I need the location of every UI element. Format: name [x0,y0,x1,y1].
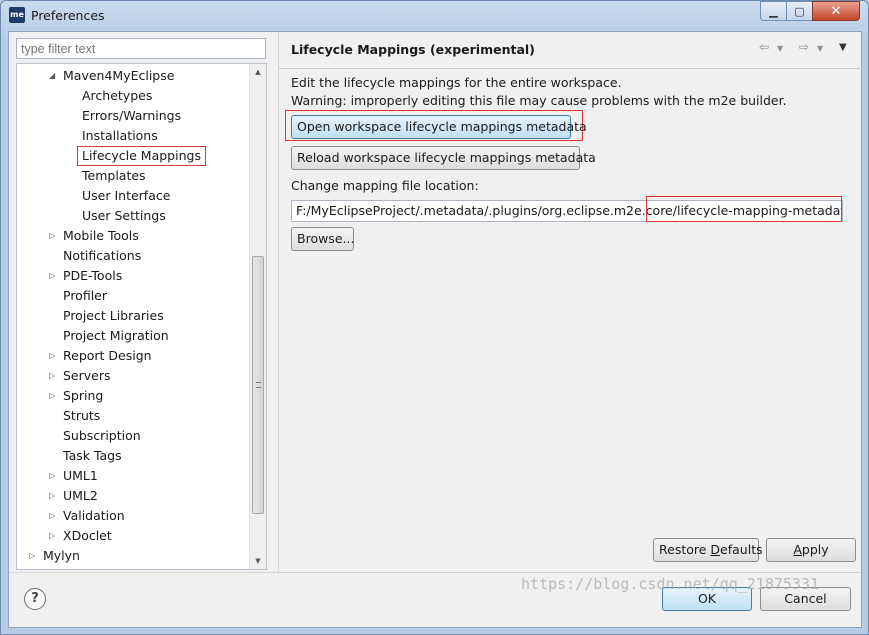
tree-item[interactable]: ▷ XDoclet [49,526,112,546]
description-line-1: Edit the lifecycle mappings for the enti… [291,75,622,90]
open-metadata-button[interactable]: Open workspace lifecycle mappings metada… [291,115,587,139]
preference-tree: ◢ Maven4MyEclipse Archetypes Errors/Warning… [16,63,267,570]
tree-item[interactable]: Archetypes [82,86,152,106]
collapsed-arrow-icon[interactable]: ▷ [29,546,35,566]
tree-item-label: Report Design [63,348,152,363]
reload-metadata-button[interactable]: Reload workspace lifecycle mappings meta… [291,146,596,170]
tree-item[interactable]: Templates [82,166,146,186]
tree-item[interactable]: Project Libraries [63,306,164,326]
tree-item[interactable]: Notifications [63,246,141,266]
tree-item-label: Struts [63,408,101,423]
scroll-thumb[interactable] [252,256,264,514]
tree-item-label: Installations [82,128,158,143]
forward-arrow-icon[interactable]: ⇨ [799,40,809,54]
tree-item-label: Notifications [63,248,142,263]
tree-item-label: User Settings [82,208,166,223]
tree-item[interactable]: User Interface [82,186,170,206]
tree-item-label: XDoclet [63,528,112,543]
collapsed-arrow-icon[interactable]: ▷ [49,386,55,406]
collapsed-arrow-icon[interactable]: ▷ [49,346,55,366]
expanded-arrow-icon[interactable]: ◢ [49,66,55,86]
tree-item[interactable]: ▷ Mobile Tools [49,226,139,246]
tree-item-label: UML2 [63,488,98,503]
tree-item-label: Validation [63,508,125,523]
watermark: https://blog.csdn.net/qq_21875331 [521,575,820,593]
tree-item[interactable]: Lifecycle Mappings [77,146,206,166]
tree-item[interactable]: Installations [82,126,158,146]
tree-item-label: Subscription [63,428,141,443]
pane-splitter[interactable] [275,32,279,572]
back-menu-chevron-down-icon[interactable]: ▼ [777,44,783,53]
tree-item-label: Maven4MyEclipse [63,68,175,83]
warning-text: Warning: improperly editing this file ma… [291,93,787,108]
tree-item[interactable]: Profiler [63,286,107,306]
tree-item[interactable]: Struts [63,406,100,426]
tree-item[interactable]: ▷ UML1 [49,466,98,486]
dialog-client: ◢ Maven4MyEclipse Archetypes Errors/Warning… [8,31,862,628]
tree-item[interactable]: ▷ Mylyn [29,546,80,566]
scroll-down-arrow-icon[interactable]: ▼ [250,553,266,569]
tree-item-label: Mylyn [43,548,80,563]
view-menu-icon[interactable]: ▼ [839,42,847,53]
tree-scrollbar[interactable]: ▲ ▼ [249,64,266,569]
browse-button[interactable]: Browse... [291,227,354,251]
tree-item-label: Task Tags [63,448,122,463]
tree-item[interactable]: Project Migration [63,326,169,346]
preferences-window: me Preferences ▁ ▢ ✕ ◢ Maven4MyEclipse Arc… [0,0,869,635]
tree-item[interactable]: Task Tags [63,446,122,466]
highlight-box [646,196,842,222]
tree-item-label: Profiler [63,288,108,303]
scroll-up-arrow-icon[interactable]: ▲ [250,64,266,80]
title-bar[interactable]: me Preferences ▁ ▢ ✕ [1,1,868,31]
collapsed-arrow-icon[interactable]: ▷ [49,266,55,286]
collapsed-arrow-icon[interactable]: ▷ [49,466,55,486]
restore-defaults-button[interactable]: Restore Defaults [653,538,763,562]
forward-menu-chevron-down-icon[interactable]: ▼ [817,44,823,53]
help-icon[interactable]: ? [24,588,46,610]
tree-item[interactable]: ▷ Report Design [49,346,152,366]
tree-item-label: UML1 [63,468,98,483]
footer-divider [9,572,861,573]
collapsed-arrow-icon[interactable]: ▷ [49,486,55,506]
page-navigation: ⇦ ▼ ⇨ ▼ ▼ [759,40,854,60]
app-logo-icon: me [9,7,25,23]
collapsed-arrow-icon[interactable]: ▷ [49,366,55,386]
close-button[interactable]: ✕ [812,1,860,21]
filter-input[interactable] [16,38,266,59]
tree-item-label: Templates [82,168,146,183]
tree-item-label: Project Migration [63,328,169,343]
tree-item[interactable]: ◢ Maven4MyEclipse [49,66,175,86]
tree-item-label: Servers [63,368,111,383]
apply-button[interactable]: Apply [766,538,856,562]
tree-item-label: Spring [63,388,104,403]
tree-item-label: Lifecycle Mappings [77,146,206,166]
tree-item-label: Mobile Tools [63,228,139,243]
collapsed-arrow-icon[interactable]: ▷ [49,526,55,546]
tree-item[interactable]: Subscription [63,426,141,446]
maximize-button[interactable]: ▢ [786,1,813,21]
tree-item[interactable]: ▷ PDE-Tools [49,266,123,286]
collapsed-arrow-icon[interactable]: ▷ [49,506,55,526]
tree-item-label: Archetypes [82,88,153,103]
tree-item[interactable]: ▷ UML2 [49,486,98,506]
collapsed-arrow-icon[interactable]: ▷ [49,226,55,246]
minimize-button[interactable]: ▁ [760,1,787,21]
tree-item[interactable]: User Settings [82,206,166,226]
tree-item-label: PDE-Tools [63,268,123,283]
header-divider [279,68,862,69]
window-title: Preferences [31,8,105,23]
path-prefix: F:/MyEclipseProject/.metadata/.plugins/o… [296,203,677,218]
grip-icon [256,382,261,388]
tree-item[interactable]: Errors/Warnings [82,106,181,126]
page-title: Lifecycle Mappings (experimental) [291,42,535,57]
back-arrow-icon[interactable]: ⇦ [759,40,769,54]
tree-item-label: User Interface [82,188,171,203]
tree-item-label: Errors/Warnings [82,108,182,123]
tree-item-label: Project Libraries [63,308,164,323]
tree-item[interactable]: ▷ Servers [49,366,111,386]
tree-item[interactable]: ▷ Validation [49,506,125,526]
tree-item[interactable]: ▷ Spring [49,386,104,406]
location-label: Change mapping file location: [291,178,479,193]
